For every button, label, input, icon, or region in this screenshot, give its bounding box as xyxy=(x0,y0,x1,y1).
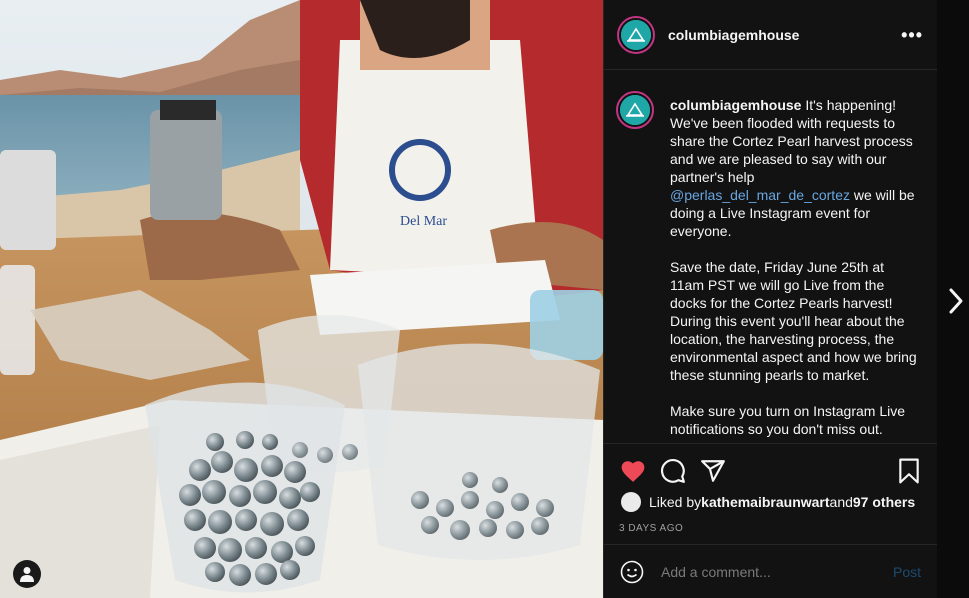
post-comment-button[interactable]: Post xyxy=(893,564,921,580)
share-button[interactable] xyxy=(699,457,727,485)
avatar[interactable] xyxy=(617,15,655,54)
user-tag-button[interactable] xyxy=(13,560,41,588)
caption-mention-link[interactable]: @perlas_del_mar_de_cortez xyxy=(670,187,850,203)
share-icon xyxy=(701,460,725,482)
liker-username[interactable]: kathemaibraunwart xyxy=(701,494,829,510)
likes-count-link[interactable]: 97 others xyxy=(853,494,915,510)
post-header: columbiagemhouse ••• xyxy=(604,0,937,70)
save-button[interactable] xyxy=(895,457,923,485)
caption-area: columbiagemhouse It's happening! We've b… xyxy=(604,71,937,443)
chevron-right-icon xyxy=(949,288,963,314)
caption-avatar[interactable] xyxy=(616,91,654,129)
caption-username[interactable]: columbiagemhouse xyxy=(670,97,801,113)
post-timestamp[interactable]: 3 DAYS AGO xyxy=(619,523,683,534)
header-username[interactable]: columbiagemhouse xyxy=(668,27,799,43)
caption-body-2: we will be doing a Live Instagram event … xyxy=(670,187,917,437)
pearl-harvest-image: Del Mar xyxy=(0,0,603,598)
comment-bar: Post xyxy=(604,544,937,598)
post-details-panel: columbiagemhouse ••• columbiagemhouse It… xyxy=(603,0,937,598)
liker-avatar[interactable] xyxy=(621,492,641,512)
more-options-icon[interactable]: ••• xyxy=(901,26,923,44)
post-photo[interactable]: Del Mar xyxy=(0,0,603,598)
bookmark-icon xyxy=(899,458,919,484)
heart-icon xyxy=(621,461,645,482)
user-tag-icon xyxy=(20,567,34,582)
emoji-icon xyxy=(620,560,644,583)
comment-icon xyxy=(661,459,685,483)
emoji-button[interactable] xyxy=(619,559,645,585)
likes-summary: Liked by kathemaibraunwart and 97 others xyxy=(621,492,915,512)
caption-text: columbiagemhouse It's happening! We've b… xyxy=(670,96,920,438)
svg-text:Del Mar: Del Mar xyxy=(400,214,447,229)
comment-input[interactable] xyxy=(659,562,873,581)
like-button[interactable] xyxy=(619,457,647,485)
comment-button[interactable] xyxy=(659,457,687,485)
gem-logo-icon xyxy=(620,95,650,125)
gem-logo-icon xyxy=(621,19,651,50)
post-actions: Liked by kathemaibraunwart and 97 others… xyxy=(604,443,937,544)
next-post-button[interactable] xyxy=(944,285,968,317)
